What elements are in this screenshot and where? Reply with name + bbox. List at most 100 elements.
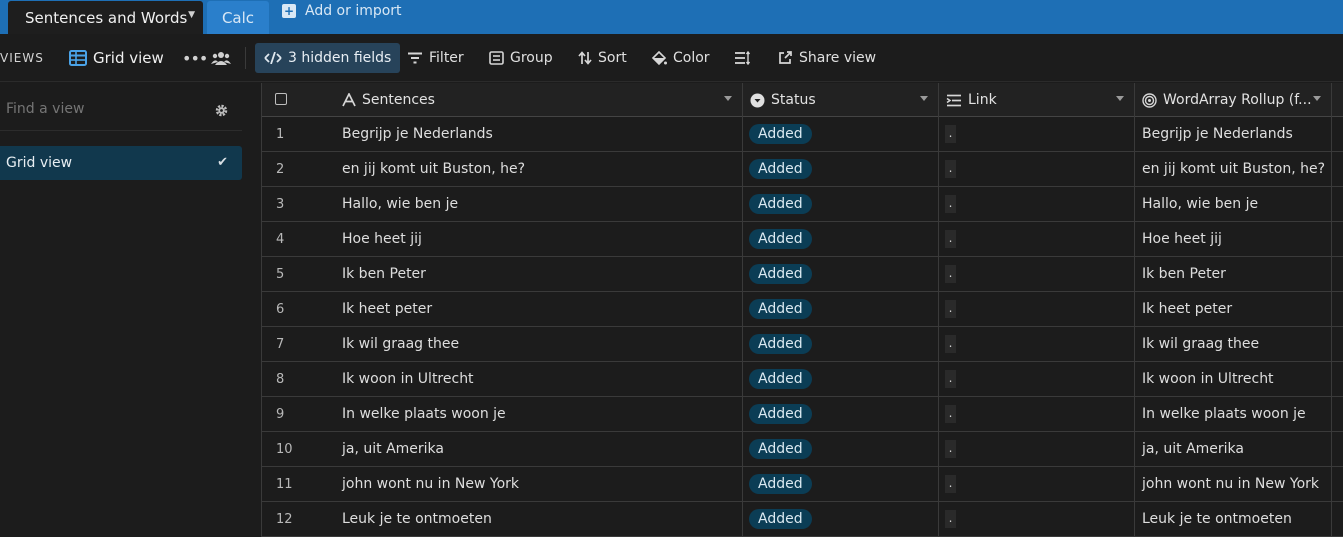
table-row[interactable]: 4 Hoe heet jij Added . Hoe heet jij [262, 222, 1343, 257]
sentence-cell[interactable]: Leuk je te ontmoeten [336, 502, 743, 536]
group-button[interactable]: Group [489, 34, 553, 82]
rollup-cell[interactable]: Leuk je te ontmoeten [1135, 502, 1332, 536]
table-row[interactable]: 11 john wont nu in New York Added . john… [262, 467, 1343, 502]
linked-record-chip[interactable]: . [945, 475, 956, 493]
status-cell[interactable]: Added [743, 397, 939, 431]
sentence-cell[interactable]: Ik heet peter [336, 292, 743, 326]
row-height-icon[interactable] [734, 34, 757, 82]
linked-record-chip[interactable]: . [945, 510, 956, 528]
share-view-button[interactable]: Share view [778, 34, 876, 82]
add-or-import-button[interactable]: + Add or import [282, 3, 402, 19]
collaborators-icon[interactable] [211, 34, 237, 82]
hidden-fields-button[interactable]: 3 hidden fields [255, 43, 401, 73]
sentence-cell[interactable]: Ik woon in Ultrecht [336, 362, 743, 396]
status-cell[interactable]: Added [743, 362, 939, 396]
link-cell[interactable]: . [939, 152, 1135, 186]
link-cell[interactable]: . [939, 222, 1135, 256]
sentence-cell[interactable]: Ik ben Peter [336, 257, 743, 291]
column-header-link[interactable]: Link [939, 83, 1135, 117]
sidebar-item-grid-view[interactable]: Grid view ✔ [0, 146, 242, 180]
rollup-cell[interactable]: Begrijp je Nederlands [1135, 117, 1332, 151]
tab-calc[interactable]: Calc [207, 1, 269, 34]
rollup-cell[interactable]: Ik ben Peter [1135, 257, 1332, 291]
status-cell[interactable]: Added [743, 432, 939, 466]
table-row[interactable]: 12 Leuk je te ontmoeten Added . Leuk je … [262, 502, 1343, 537]
chevron-down-icon[interactable] [724, 96, 732, 101]
table-row[interactable]: 2 en jij komt uit Buston, he? Added . en… [262, 152, 1343, 187]
status-cell[interactable]: Added [743, 187, 939, 221]
tab-sentences-and-words[interactable]: Sentences and Words ▼ [8, 1, 203, 34]
link-cell[interactable]: . [939, 467, 1135, 501]
rollup-cell[interactable]: Ik heet peter [1135, 292, 1332, 326]
linked-record-chip[interactable]: . [945, 195, 956, 213]
rollup-cell[interactable]: Ik woon in Ultrecht [1135, 362, 1332, 396]
chevron-down-icon[interactable] [920, 96, 928, 101]
link-cell[interactable]: . [939, 257, 1135, 291]
rollup-cell[interactable]: john wont nu in New York [1135, 467, 1332, 501]
table-row[interactable]: 9 In welke plaats woon je Added . In wel… [262, 397, 1343, 432]
status-cell[interactable]: Added [743, 327, 939, 361]
link-cell[interactable]: . [939, 327, 1135, 361]
sentence-cell[interactable]: In welke plaats woon je [336, 397, 743, 431]
linked-record-chip[interactable]: . [945, 370, 956, 388]
filter-button[interactable]: Filter [407, 34, 464, 82]
status-cell[interactable]: Added [743, 292, 939, 326]
rollup-cell[interactable]: en jij komt uit Buston, he? [1135, 152, 1332, 186]
column-header-status[interactable]: Status [743, 83, 939, 117]
table-row[interactable]: 10 ja, uit Amerika Added . ja, uit Ameri… [262, 432, 1343, 467]
status-cell[interactable]: Added [743, 222, 939, 256]
table-row[interactable]: 1 Begrijp je Nederlands Added . Begrijp … [262, 117, 1343, 152]
linked-record-chip[interactable]: . [945, 160, 956, 178]
chevron-down-icon[interactable]: ▼ [188, 10, 195, 20]
rollup-cell[interactable]: In welke plaats woon je [1135, 397, 1332, 431]
rollup-cell[interactable]: ja, uit Amerika [1135, 432, 1332, 466]
rollup-icon [1142, 92, 1157, 108]
find-view-input[interactable] [6, 101, 196, 117]
chevron-down-icon[interactable] [1116, 96, 1124, 101]
current-view-button[interactable]: Grid view [69, 34, 164, 82]
linked-record-chip[interactable]: . [945, 440, 956, 458]
link-cell[interactable]: . [939, 187, 1135, 221]
table-row[interactable]: 3 Hallo, wie ben je Added . Hallo, wie b… [262, 187, 1343, 222]
status-cell[interactable]: Added [743, 257, 939, 291]
view-more-icon[interactable]: ••• [182, 34, 208, 82]
link-cell[interactable]: . [939, 502, 1135, 536]
rollup-cell[interactable]: Hallo, wie ben je [1135, 187, 1332, 221]
linked-record-chip[interactable]: . [945, 405, 956, 423]
sentence-cell[interactable]: Begrijp je Nederlands [336, 117, 743, 151]
rollup-cell[interactable]: Ik wil graag thee [1135, 327, 1332, 361]
table-row[interactable]: 7 Ik wil graag thee Added . Ik wil graag… [262, 327, 1343, 362]
status-cell[interactable]: Added [743, 467, 939, 501]
views-toggle[interactable]: VIEWS [0, 34, 44, 82]
link-cell[interactable]: . [939, 362, 1135, 396]
linked-record-chip[interactable]: . [945, 125, 956, 143]
gear-icon[interactable] [214, 103, 229, 122]
table-row[interactable]: 8 Ik woon in Ultrecht Added . Ik woon in… [262, 362, 1343, 397]
color-button[interactable]: Color [651, 34, 710, 82]
sentence-cell[interactable]: en jij komt uit Buston, he? [336, 152, 743, 186]
linked-record-chip[interactable]: . [945, 300, 956, 318]
sentence-cell[interactable]: Hallo, wie ben je [336, 187, 743, 221]
column-header-wordarray-rollup[interactable]: WordArray Rollup (f... [1135, 83, 1332, 117]
sentence-cell[interactable]: Hoe heet jij [336, 222, 743, 256]
select-all-checkbox[interactable] [262, 83, 336, 117]
rollup-cell[interactable]: Hoe heet jij [1135, 222, 1332, 256]
table-row[interactable]: 5 Ik ben Peter Added . Ik ben Peter [262, 257, 1343, 292]
linked-record-chip[interactable]: . [945, 265, 956, 283]
linked-record-chip[interactable]: . [945, 230, 956, 248]
table-row[interactable]: 6 Ik heet peter Added . Ik heet peter [262, 292, 1343, 327]
link-cell[interactable]: . [939, 432, 1135, 466]
status-cell[interactable]: Added [743, 152, 939, 186]
sort-button[interactable]: Sort [578, 34, 627, 82]
sentence-cell[interactable]: john wont nu in New York [336, 467, 743, 501]
status-cell[interactable]: Added [743, 117, 939, 151]
link-cell[interactable]: . [939, 117, 1135, 151]
column-header-sentences[interactable]: Sentences [336, 83, 743, 117]
sentence-cell[interactable]: Ik wil graag thee [336, 327, 743, 361]
link-cell[interactable]: . [939, 397, 1135, 431]
chevron-down-icon[interactable] [1313, 96, 1321, 101]
link-cell[interactable]: . [939, 292, 1135, 326]
sentence-cell[interactable]: ja, uit Amerika [336, 432, 743, 466]
linked-record-chip[interactable]: . [945, 335, 956, 353]
status-cell[interactable]: Added [743, 502, 939, 536]
